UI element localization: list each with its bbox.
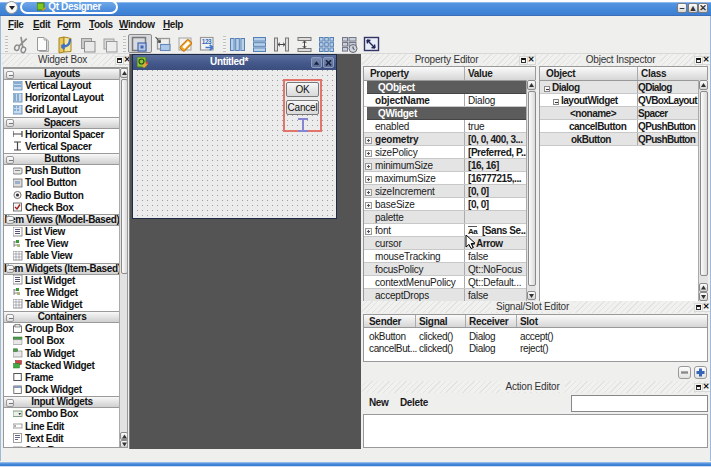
svg-text:123: 123 xyxy=(202,38,212,45)
